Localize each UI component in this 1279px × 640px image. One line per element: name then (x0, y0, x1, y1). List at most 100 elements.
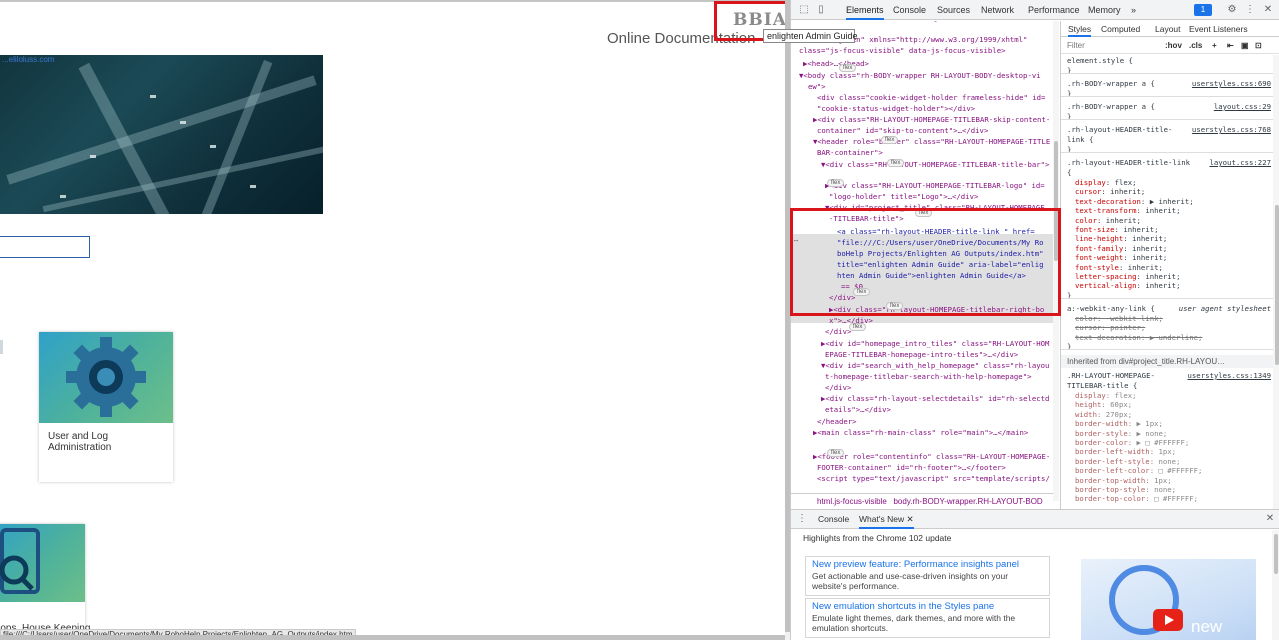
css-selector[interactable]: a:-webkit-any-link { (1061, 304, 1155, 313)
css-property-name[interactable]: text-decoration (1075, 197, 1141, 206)
css-property-value[interactable]: inherit; (1145, 272, 1180, 281)
dom-node-line[interactable]: </header> (817, 417, 857, 427)
issues-badge[interactable]: 1 (1194, 4, 1212, 16)
css-property-name[interactable]: border-color (1075, 438, 1128, 447)
css-property-name[interactable]: font-family (1075, 244, 1123, 253)
css-property-name[interactable]: border-left-width (1075, 447, 1150, 456)
css-property-value[interactable]: inherit; (1145, 206, 1180, 215)
dom-node-line[interactable]: "logo-holder" title="Logo">…</div> (829, 192, 978, 202)
css-property-name[interactable]: border-top-color (1075, 494, 1145, 503)
close-icon[interactable]: ✕ (1261, 3, 1275, 17)
tab-whats-new[interactable]: What's New ✕ (859, 510, 914, 529)
css-property-value[interactable]: ▶ 1px; (1137, 419, 1163, 428)
css-property-value[interactable]: flex; (1115, 391, 1137, 400)
dom-node-line[interactable]: ▶<main class="rh-main-class" role="main"… (813, 428, 1028, 438)
css-property-value[interactable]: none; (1158, 457, 1180, 466)
css-property-name[interactable]: font-weight (1075, 253, 1123, 262)
breadcrumb-body[interactable]: body.rh-BODY-wrapper.RH-LAYOUT-BOD (893, 497, 1042, 506)
css-property-value[interactable]: flex; (1115, 178, 1137, 187)
css-property-name[interactable]: width (1075, 410, 1097, 419)
css-property-name[interactable]: letter-spacing (1075, 272, 1137, 281)
dom-node-line[interactable]: ▼<div id="search_with_help_homepage" cla… (821, 361, 1049, 371)
tab-console-drawer[interactable]: Console (818, 510, 849, 529)
css-selector[interactable]: .rh-BODY-wrapper a { (1061, 102, 1155, 111)
dom-node-line[interactable]: ▼<header role="banner" class="RH-LAYOUT-… (813, 137, 1050, 147)
css-property-name[interactable]: text-decoration (1075, 333, 1141, 342)
css-selector[interactable]: link { (1061, 135, 1093, 144)
css-property-value[interactable]: none; (1154, 485, 1176, 494)
tab-console[interactable]: Console (893, 0, 926, 20)
css-property-value[interactable]: ▶ none; (1137, 429, 1168, 438)
dom-node-line[interactable]: ▶<div class="RH-LAYOUT-HOMEPAGE-TITLEBAR… (813, 115, 1050, 125)
css-property-name[interactable]: vertical-align (1075, 281, 1137, 290)
tab-layout[interactable]: Layout (1155, 21, 1181, 37)
inspect-element-icon[interactable]: ⬚ (797, 3, 811, 17)
css-source-link[interactable]: layout.css:227 (1209, 158, 1271, 168)
tab-event-listeners[interactable]: Event Listeners (1189, 21, 1248, 37)
class-toggle-button[interactable]: .cls (1189, 41, 1202, 50)
css-property-name[interactable]: border-top-style (1075, 485, 1145, 494)
css-property-value[interactable]: □ #FFFFFF; (1158, 466, 1202, 475)
dom-node-line[interactable]: ▶<footer role="contentinfo" class="RH-LA… (813, 452, 1050, 462)
css-selector[interactable]: .RH-LAYOUT-HOMEPAGE- (1061, 371, 1155, 380)
css-property-name[interactable]: color (1075, 216, 1097, 225)
dom-node-line[interactable]: FOOTER-container" id="rh-footer">…</foot… (817, 463, 1006, 473)
css-property-value[interactable]: 1px; (1154, 476, 1172, 485)
dom-node-line[interactable]: <script type="text/javascript" src="temp… (817, 474, 1050, 484)
css-source-link[interactable]: user agent stylesheet (1179, 304, 1271, 314)
gear-icon[interactable]: ⚙ (1225, 3, 1239, 17)
css-property-value[interactable]: inherit; (1123, 225, 1158, 234)
css-property-value[interactable]: inherit; (1132, 234, 1167, 243)
css-selector[interactable]: .rh-layout-HEADER-title-link (1061, 158, 1190, 167)
css-selector[interactable]: TITLEBAR-title { (1061, 381, 1137, 390)
css-property-name[interactable]: text-transform (1075, 206, 1137, 215)
more-tabs-button[interactable]: » (1131, 0, 1136, 20)
css-property-name[interactable]: border-top-width (1075, 476, 1145, 485)
dom-node-line[interactable]: <div class="cookie-widget-holder framele… (817, 93, 1045, 103)
css-property-value[interactable]: inherit; (1106, 216, 1141, 225)
close-icon[interactable]: ✕ (906, 514, 913, 524)
tab-elements[interactable]: Elements (846, 0, 884, 20)
tab-network[interactable]: Network (981, 0, 1014, 20)
tab-styles[interactable]: Styles (1068, 21, 1092, 37)
css-selector[interactable]: { (1061, 168, 1071, 177)
css-source-link[interactable]: userstyles.css:690 (1192, 79, 1271, 89)
css-property-value[interactable]: pointer; (1110, 323, 1145, 332)
css-property-name[interactable]: font-style (1075, 263, 1119, 272)
dom-node-line[interactable]: "cookie-status-widget-holder"></div> (817, 104, 975, 114)
dom-node-line[interactable]: BAR-container"> (817, 148, 883, 158)
flex-badge[interactable]: flex (881, 136, 899, 144)
inherited-from-header[interactable]: Inherited from div#project_title.RH-LAYO… (1061, 355, 1273, 368)
news-title[interactable]: New emulation shortcuts in the Styles pa… (812, 601, 1043, 613)
news-item[interactable]: New emulation shortcuts in the Styles pa… (805, 598, 1050, 638)
flex-badge[interactable]: flex (849, 323, 867, 331)
dom-node-line[interactable]: </div> (825, 383, 851, 393)
css-property-name[interactable]: cursor (1075, 323, 1101, 332)
css-property-value[interactable]: ▶ inherit; (1150, 197, 1194, 206)
css-property-name[interactable]: cursor (1075, 187, 1101, 196)
css-property-value[interactable]: ▶ underline; (1150, 333, 1203, 342)
css-property-name[interactable]: border-width (1075, 419, 1128, 428)
css-property-value[interactable]: inherit; (1110, 187, 1145, 196)
dom-node-line[interactable]: ▼<div class="RH-LAYOUT-HOMEPAGE-TITLEBAR… (821, 160, 1049, 170)
hover-state-button[interactable]: :hov (1165, 41, 1182, 50)
device-toolbar-icon[interactable]: ▯ (814, 3, 828, 17)
css-property-name[interactable]: display (1075, 391, 1106, 400)
css-source-link[interactable]: userstyles.css:768 (1192, 125, 1271, 135)
play-icon[interactable] (1153, 609, 1183, 631)
css-selector[interactable]: element.style { (1061, 56, 1133, 65)
drawer-menu-icon[interactable]: ⋮ (795, 512, 809, 526)
dom-node-line[interactable]: class="js-focus-visible" data-js-focus-v… (799, 46, 1005, 56)
dom-node-line[interactable]: etails">…</div> (825, 405, 891, 415)
css-property-value[interactable]: inherit; (1132, 253, 1167, 262)
styles-filter-input[interactable]: Filter (1067, 41, 1085, 50)
computed-toggle-icon[interactable]: ▣ (1241, 41, 1249, 50)
css-property-name[interactable]: border-left-style (1075, 457, 1150, 466)
whats-new-video[interactable]: new (1081, 559, 1256, 640)
news-item[interactable]: New preview feature: Performance insight… (805, 556, 1050, 596)
css-property-value[interactable]: inherit; (1132, 244, 1167, 253)
dom-node-line[interactable]: container" id="skip-to-content">…</div> (817, 126, 988, 136)
pin-icon[interactable]: ⊡ (1255, 41, 1262, 50)
css-property-value[interactable]: 270px; (1106, 410, 1132, 419)
close-icon[interactable]: ✕ (1263, 512, 1277, 526)
